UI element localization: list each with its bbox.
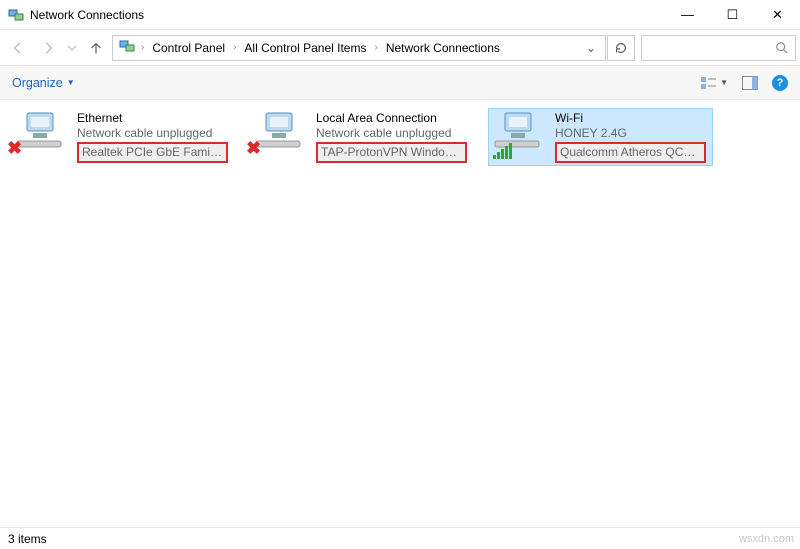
help-button[interactable]: ? (772, 75, 788, 91)
item-count: 3 items (8, 532, 47, 546)
ethernet-icon: ✖ (13, 111, 73, 155)
close-button[interactable]: ✕ (755, 0, 800, 29)
chevron-right-icon[interactable]: › (372, 42, 379, 53)
connection-status: HONEY 2.4G (555, 126, 706, 141)
chevron-right-icon[interactable]: › (139, 42, 146, 53)
refresh-button[interactable] (607, 35, 635, 61)
connection-name: Ethernet (77, 111, 228, 126)
window-title: Network Connections (30, 8, 665, 22)
location-icon (119, 38, 135, 57)
organize-label: Organize (12, 76, 63, 90)
connection-status: Network cable unplugged (77, 126, 228, 141)
connection-item-ethernet[interactable]: ✖ Ethernet Network cable unplugged Realt… (10, 108, 235, 166)
connection-adapter: Realtek PCIe GbE Family Cont... (77, 142, 228, 163)
maximize-button[interactable]: ☐ (710, 0, 755, 29)
error-x-icon: ✖ (246, 138, 261, 159)
connection-adapter: Qualcomm Atheros QCA9377... (555, 142, 706, 163)
signal-bars-icon (493, 143, 512, 159)
breadcrumb[interactable]: Network Connections (382, 39, 504, 57)
content-area: ✖ Ethernet Network cable unplugged Realt… (0, 100, 800, 530)
preview-pane-button[interactable] (742, 76, 758, 90)
chevron-down-icon[interactable]: ⌄ (581, 41, 601, 55)
connection-item-lan[interactable]: ✖ Local Area Connection Network cable un… (249, 108, 474, 166)
chevron-down-icon: ▼ (720, 78, 728, 87)
view-options-button[interactable]: ▼ (700, 76, 728, 90)
search-icon (775, 41, 789, 55)
recent-locations-button[interactable] (64, 34, 80, 62)
watermark: wsxdn.com (739, 533, 794, 545)
app-icon (8, 7, 24, 23)
up-button[interactable] (82, 34, 110, 62)
command-bar: Organize ▼ ▼ ? (0, 66, 800, 100)
nav-bar: › Control Panel › All Control Panel Item… (0, 30, 800, 66)
connection-item-wifi[interactable]: Wi-Fi HONEY 2.4G Qualcomm Atheros QCA937… (488, 108, 713, 166)
chevron-right-icon[interactable]: › (231, 42, 238, 53)
forward-button[interactable] (34, 34, 62, 62)
error-x-icon: ✖ (7, 138, 22, 159)
status-bar: 3 items (0, 527, 800, 549)
wifi-icon (491, 111, 551, 155)
breadcrumb[interactable]: Control Panel (148, 39, 229, 57)
minimize-button[interactable]: — (665, 0, 710, 29)
connection-name: Local Area Connection (316, 111, 467, 126)
organize-menu[interactable]: Organize ▼ (12, 76, 75, 90)
lan-icon: ✖ (252, 111, 312, 155)
chevron-down-icon: ▼ (67, 78, 75, 87)
connection-name: Wi-Fi (555, 111, 706, 126)
back-button[interactable] (4, 34, 32, 62)
connection-status: Network cable unplugged (316, 126, 467, 141)
search-input[interactable] (641, 35, 796, 61)
address-bar[interactable]: › Control Panel › All Control Panel Item… (112, 35, 606, 61)
breadcrumb[interactable]: All Control Panel Items (240, 39, 370, 57)
title-bar: Network Connections — ☐ ✕ (0, 0, 800, 30)
connection-adapter: TAP-ProtonVPN Windows Ad... (316, 142, 467, 163)
